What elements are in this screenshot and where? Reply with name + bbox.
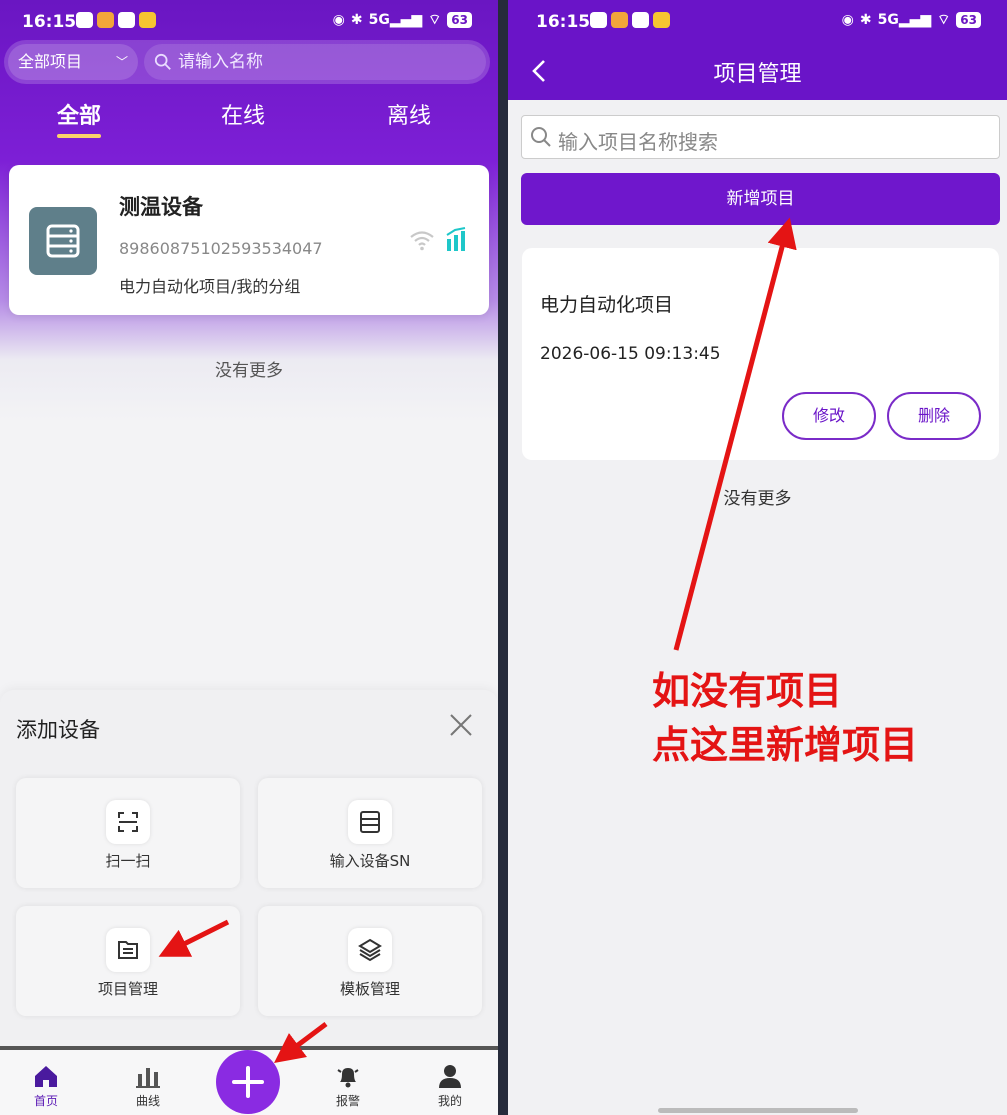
page-title: 项目管理 [713, 62, 802, 87]
bell-icon [337, 1068, 359, 1088]
screenshot-divider [498, 0, 508, 1115]
project-management-option[interactable]: 项目管理 [16, 906, 240, 1016]
app-notification-icon [632, 12, 649, 28]
delete-button[interactable]: 删除 [887, 392, 981, 440]
nav-alarm[interactable]: 报警 [318, 1062, 378, 1109]
device-search-input[interactable]: 请输入名称 [144, 44, 486, 80]
wechat-icon [590, 12, 607, 28]
project-created-time: 2026-06-15 09:13:45 [540, 344, 721, 364]
tab-offline[interactable]: 离线 [349, 98, 469, 130]
nav-mine[interactable]: 我的 [420, 1062, 480, 1109]
device-group: 电力自动化项目/我的分组 [119, 277, 301, 296]
notification-icons [76, 12, 156, 28]
signal-label: 5G [368, 12, 390, 28]
project-card: 电力自动化项目 2026-06-15 09:13:45 修改 删除 [522, 248, 999, 460]
user-icon [439, 1065, 461, 1088]
cell-signal-icon: 5G▂▄▆ [877, 12, 932, 28]
header: 16:15 ◉ ✱ 5G▂▄▆ ⌔ 63 项目管理 [508, 0, 1007, 100]
project-filter-value: 全部项目 [18, 52, 83, 71]
wechat-icon [76, 12, 93, 28]
scan-label: 扫一扫 [105, 852, 151, 870]
server-icon [348, 800, 392, 844]
add-device-button[interactable] [216, 1050, 280, 1114]
tab-online[interactable]: 在线 [183, 98, 303, 130]
project-management-screen: 16:15 ◉ ✱ 5G▂▄▆ ⌔ 63 项目管理 输入项目名称搜索 新增项目 … [508, 0, 1007, 1115]
cell-signal-icon: 5G▂▄▆ [368, 12, 423, 28]
wifi-status-icon: ⌔ [937, 12, 951, 28]
template-management-option[interactable]: 模板管理 [258, 906, 482, 1016]
input-sn-option[interactable]: 输入设备SN [258, 778, 482, 888]
device-sn: 89860875102593534047 [119, 239, 323, 258]
template-management-label: 模板管理 [339, 980, 400, 998]
close-icon[interactable] [448, 712, 474, 738]
sheet-title: 添加设备 [16, 718, 100, 742]
app-notification-icon [97, 12, 114, 28]
add-project-button[interactable]: 新增项目 [521, 173, 1000, 225]
wifi-status-icon: ⌔ [428, 12, 442, 28]
screenshot-root: 16:15 ◉ ✱ 5G▂▄▆ ⌔ 63 全部项目 ﹀ 请输入名称 全部 在线 … [0, 0, 1007, 1115]
device-card[interactable]: 测温设备 89860875102593534047 电力自动化项目/我的分组 [9, 165, 489, 315]
system-status-icons: ◉ ✱ 5G▂▄▆ ⌔ 63 [333, 11, 472, 29]
annotation-line-2: 点这里新增项目 [652, 723, 919, 767]
nav-home-label: 首页 [33, 1094, 58, 1108]
app-notification-icon [118, 12, 135, 28]
tab-all[interactable]: 全部 [19, 98, 139, 138]
project-name: 电力自动化项目 [540, 294, 674, 316]
device-list-screen: 16:15 ◉ ✱ 5G▂▄▆ ⌔ 63 全部项目 ﹀ 请输入名称 全部 在线 … [0, 0, 498, 1115]
nav-curve-label: 曲线 [135, 1094, 160, 1108]
status-tabs: 全部 在线 离线 [0, 98, 498, 138]
input-sn-label: 输入设备SN [329, 852, 411, 870]
search-icon [154, 53, 171, 70]
status-bar: 16:15 ◉ ✱ 5G▂▄▆ ⌔ 63 [0, 0, 498, 36]
system-status-icons: ◉ ✱ 5G▂▄▆ ⌔ 63 [842, 11, 981, 29]
chevron-down-icon: ﹀ [115, 55, 128, 69]
nav-alarm-label: 报警 [335, 1094, 360, 1108]
filter-bar: 全部项目 ﹀ 请输入名称 [4, 40, 490, 84]
nav-curve[interactable]: 曲线 [118, 1062, 178, 1109]
notification-icons [590, 12, 670, 28]
layers-icon [348, 928, 392, 972]
home-indicator [658, 1108, 858, 1113]
status-time: 16:15 [536, 12, 591, 32]
bluetooth-icon: ✱ [350, 12, 363, 28]
search-icon [531, 127, 551, 147]
status-time: 16:15 [22, 12, 77, 32]
nav-home[interactable]: 首页 [16, 1062, 76, 1109]
alarm-icon: ◉ [841, 12, 854, 28]
device-name: 测温设备 [119, 195, 203, 219]
no-more-text: 没有更多 [215, 361, 283, 381]
project-search-input[interactable]: 输入项目名称搜索 [521, 115, 1000, 159]
annotation-line-1: 如没有项目 [652, 669, 843, 713]
folder-icon [106, 928, 150, 972]
nav-mine-label: 我的 [437, 1094, 462, 1108]
app-notification-icon [653, 12, 670, 28]
edit-button[interactable]: 修改 [782, 392, 876, 440]
battery-icon: 63 [447, 12, 472, 28]
bluetooth-icon: ✱ [859, 12, 872, 28]
data-chart-icon[interactable] [445, 227, 469, 253]
bar-chart-icon [136, 1068, 160, 1088]
add-device-sheet: 添加设备 扫一扫 输入设备SN 项目管理 模板管理 [0, 690, 498, 1050]
search-placeholder: 请输入名称 [178, 52, 263, 72]
plus-icon [232, 1066, 264, 1098]
wifi-icon [410, 231, 434, 251]
instruction-annotation: 如没有项目 点这里新增项目 [652, 664, 918, 772]
alarm-icon: ◉ [332, 12, 345, 28]
no-more-text: 没有更多 [723, 489, 792, 509]
scan-icon [106, 800, 150, 844]
app-notification-icon [139, 12, 156, 28]
scan-option[interactable]: 扫一扫 [16, 778, 240, 888]
search-placeholder: 输入项目名称搜索 [558, 130, 718, 154]
signal-label: 5G [877, 12, 899, 28]
home-icon [35, 1066, 57, 1087]
project-filter-select[interactable]: 全部项目 ﹀ [8, 44, 138, 80]
project-management-label: 项目管理 [97, 980, 158, 998]
server-icon [29, 207, 97, 275]
app-notification-icon [611, 12, 628, 28]
battery-icon: 63 [956, 12, 981, 28]
